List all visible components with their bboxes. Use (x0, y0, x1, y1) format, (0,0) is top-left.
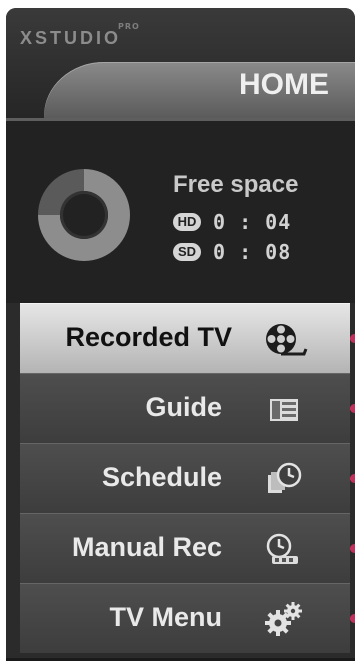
menu-item-schedule[interactable]: Schedule (20, 443, 355, 513)
hd-badge: HD (173, 213, 201, 231)
hd-row: HD 0 : 04 (173, 209, 291, 235)
menu-item-label: Recorded TV (65, 322, 232, 352)
hd-free-time: 0 : 04 (213, 210, 292, 234)
menu-item-manual-rec[interactable]: Manual Rec (20, 513, 355, 583)
free-space-label: Free space (173, 171, 299, 198)
menu-item-recorded-tv[interactable]: Recorded TV (20, 303, 355, 373)
sd-row: SD 0 : 08 (173, 239, 291, 265)
sd-badge: SD (173, 243, 201, 261)
manual-rec-clock-icon (264, 531, 304, 567)
menu-item-label: Manual Rec (71, 532, 222, 562)
menu-item-guide[interactable]: Guide (20, 373, 355, 443)
disk-center (60, 191, 108, 239)
pointer-dot (350, 334, 355, 343)
guide-list-icon (264, 391, 304, 427)
storage-panel: Free space HD 0 : 04 SD 0 : 08 (6, 121, 355, 303)
sd-free-time: 0 : 08 (213, 240, 292, 264)
menu-item-label: Guide (145, 392, 222, 422)
page-title: HOME (239, 68, 329, 101)
pointer-dot (350, 544, 355, 553)
device-frame: XSTUDIO PRO HOME Free space HD 0 : 04 SD… (6, 8, 355, 661)
pointer-dot (350, 404, 355, 413)
pointer-dot (350, 614, 355, 623)
pointer-dot (350, 474, 355, 483)
brand-logo: XSTUDIO (20, 28, 122, 48)
gears-icon (264, 601, 304, 637)
disk-usage-icon (38, 169, 130, 261)
film-reel-icon (264, 321, 308, 357)
menu-item-label: Schedule (101, 462, 222, 492)
schedule-clock-icon (264, 461, 304, 497)
xstudio-home-screen: XSTUDIO PRO HOME Free space HD 0 : 04 SD… (0, 0, 355, 661)
menu-item-label: TV Menu (109, 602, 223, 632)
brand-badge: PRO (118, 22, 140, 31)
menu-item-tv-menu[interactable]: TV Menu (20, 583, 355, 653)
main-menu: Recorded TV Guide Schedule Manual Rec TV… (20, 303, 355, 658)
header: XSTUDIO PRO HOME (6, 8, 355, 118)
